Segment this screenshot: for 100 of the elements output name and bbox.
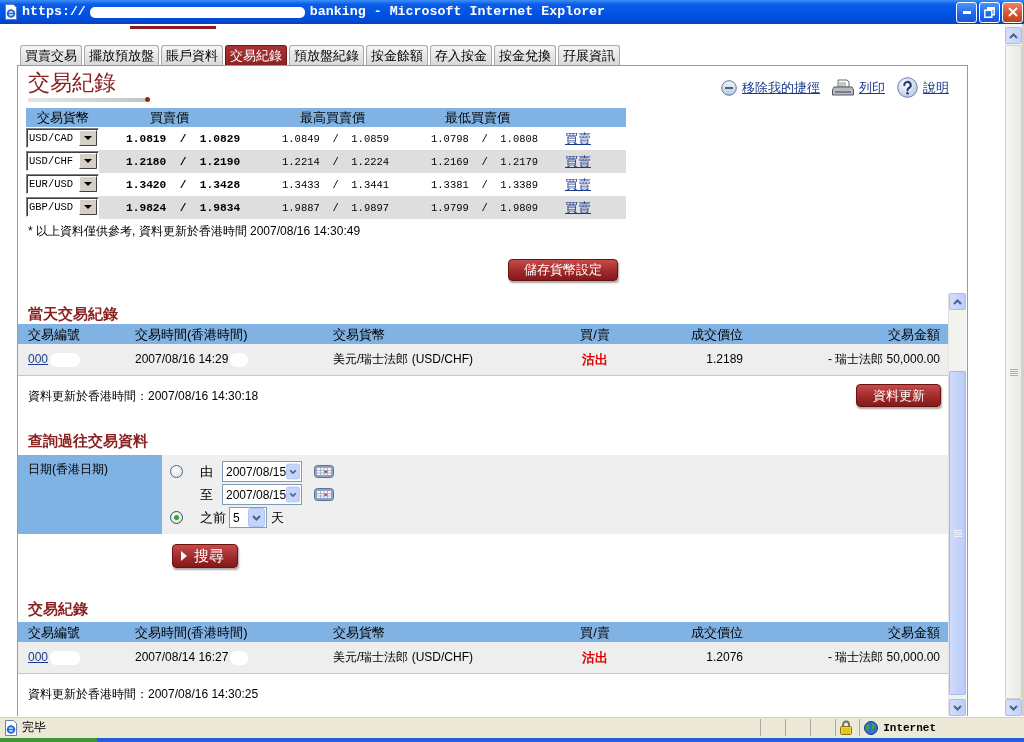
table-cell: 1.2189 [706, 352, 743, 367]
scrollbar[interactable] [948, 293, 966, 716]
low-price: 1.3381 / 1.3389 [431, 178, 539, 191]
transaction-id-link[interactable]: 000 [28, 352, 49, 367]
column-header: 交易貨幣 [333, 623, 385, 641]
tab[interactable]: 孖展資訊 [558, 45, 620, 65]
radio-button[interactable] [170, 511, 183, 524]
radio-button[interactable] [170, 465, 183, 478]
table-cell: - 瑞士法郎 50,000.00 [827, 352, 940, 367]
scroll-up-button[interactable] [949, 293, 966, 310]
print-link[interactable]: 列印 [859, 79, 885, 96]
caret-icon [79, 130, 97, 146]
table-cell: 沽出 [582, 650, 608, 665]
globe-icon [864, 720, 879, 735]
column-header: 交易時間(香港時間) [135, 623, 248, 641]
scroll-down-button[interactable] [1005, 699, 1022, 716]
chevron-up-icon [1009, 32, 1018, 39]
grip-icon [953, 529, 962, 537]
chevron-up-icon [953, 298, 962, 305]
section-title: 查詢過往交易資料 [28, 432, 148, 450]
column-header: 買賣價 [150, 109, 189, 126]
update-time-text: 資料更新於香港時間：2007/08/16 14:30:18 [28, 387, 259, 404]
date-select[interactable]: 2007/08/15 [222, 484, 302, 505]
tab[interactable]: 賬戶資料 [161, 45, 223, 65]
tab[interactable]: 按金兌換 [494, 45, 556, 65]
help-icon[interactable] [897, 77, 918, 98]
table-cell: 2007/08/16 14:29 [135, 352, 229, 367]
trade-link[interactable]: 買賣 [565, 175, 591, 194]
column-header: 買/賣 [580, 325, 610, 343]
currency-select[interactable]: GBP/USD [26, 197, 99, 217]
field-label: 天 [271, 509, 284, 526]
trade-link[interactable]: 買賣 [565, 129, 591, 148]
transaction-id-link[interactable]: 000 [28, 650, 49, 665]
minus-circle-icon[interactable] [721, 79, 737, 96]
tab[interactable]: 擺放預放盤 [84, 45, 159, 65]
refresh-button[interactable]: 資料更新 [856, 384, 941, 407]
column-header: 最低買賣價 [445, 109, 510, 126]
field-label: 至 [200, 486, 213, 503]
trade-link[interactable]: 買賣 [565, 152, 591, 171]
tab[interactable]: 按金餘額 [366, 45, 428, 65]
disclaimer-text: * 以上資料僅供參考, 資料更新於香港時間 2007/08/16 14:30:49 [28, 223, 361, 239]
caret-icon [79, 153, 97, 169]
search-button[interactable]: 搜尋 [172, 544, 238, 568]
save-currency-button[interactable]: 儲存貨幣設定 [508, 259, 618, 281]
date-select[interactable]: 2007/08/15 [222, 461, 302, 482]
currency-select[interactable]: USD/CHF [26, 151, 99, 171]
close-button[interactable] [1002, 1, 1023, 23]
table-cell: 2007/08/14 16:27 [135, 650, 229, 665]
low-price: 1.2169 / 1.2179 [431, 155, 539, 168]
window-title: banking - Microsoft Internet Explorer [309, 4, 606, 20]
scrollbar-thumb[interactable] [949, 371, 966, 695]
help-link[interactable]: 說明 [923, 79, 949, 96]
table-cell: 1.2076 [706, 650, 743, 665]
caret-icon [79, 199, 97, 215]
page-title: 交易紀錄 [28, 69, 116, 97]
bid-ask-price: 1.0819 / 1.0829 [126, 132, 241, 145]
column-header: 交易貨幣 [333, 325, 385, 343]
scroll-down-button[interactable] [949, 699, 966, 716]
column-header: 買/賣 [580, 623, 610, 641]
section-title: 當天交易紀錄 [28, 305, 118, 323]
lock-icon [840, 720, 853, 735]
currency-select[interactable]: USD/CAD [26, 128, 99, 148]
chevron-down-icon [1009, 704, 1018, 711]
restore-button[interactable] [979, 1, 1000, 23]
field-label: 之前 [200, 509, 226, 526]
column-header: 交易貨幣 [36, 109, 89, 126]
caret-icon [286, 485, 300, 504]
currency-select[interactable]: EUR/USD [26, 174, 99, 194]
trade-link[interactable]: 買賣 [565, 198, 591, 217]
tab[interactable]: 存入按金 [430, 45, 492, 65]
high-price: 1.9887 / 1.9897 [282, 201, 390, 214]
calendar-icon[interactable] [314, 465, 334, 478]
column-header: 交易時間(香港時間) [135, 325, 248, 343]
tab[interactable]: 買賣交易 [20, 45, 82, 65]
tab[interactable]: 交易紀錄 [225, 45, 287, 65]
printer-icon[interactable] [832, 78, 854, 97]
low-price: 1.9799 / 1.9809 [431, 201, 539, 214]
bid-ask-price: 1.2180 / 1.2190 [126, 155, 241, 168]
calendar-icon[interactable] [314, 488, 334, 501]
scroll-up-button[interactable] [1005, 27, 1022, 44]
remove-shortcut-link[interactable]: 移除我的捷徑 [742, 79, 820, 96]
chevron-down-icon [953, 704, 962, 711]
tab[interactable]: 預放盤紀錄 [289, 45, 364, 65]
days-select[interactable]: 5 [229, 507, 267, 528]
caret-icon [248, 508, 265, 527]
column-header: 最高買賣價 [300, 109, 365, 126]
table-cell: 沽出 [582, 352, 608, 367]
grip-icon [1009, 368, 1018, 376]
minimize-button[interactable] [956, 1, 977, 23]
caret-icon [79, 176, 97, 192]
column-header: 交易金額 [888, 325, 940, 343]
document-icon [3, 4, 19, 20]
column-header: 交易編號 [28, 623, 80, 641]
field-label: 由 [200, 463, 213, 480]
column-header: 交易金額 [888, 623, 940, 641]
play-icon [181, 551, 187, 561]
column-header: 成交價位 [691, 623, 743, 641]
restore-icon [984, 6, 995, 18]
minimize-icon [962, 10, 971, 14]
update-time-text: 資料更新於香港時間：2007/08/16 14:30:25 [28, 685, 259, 702]
